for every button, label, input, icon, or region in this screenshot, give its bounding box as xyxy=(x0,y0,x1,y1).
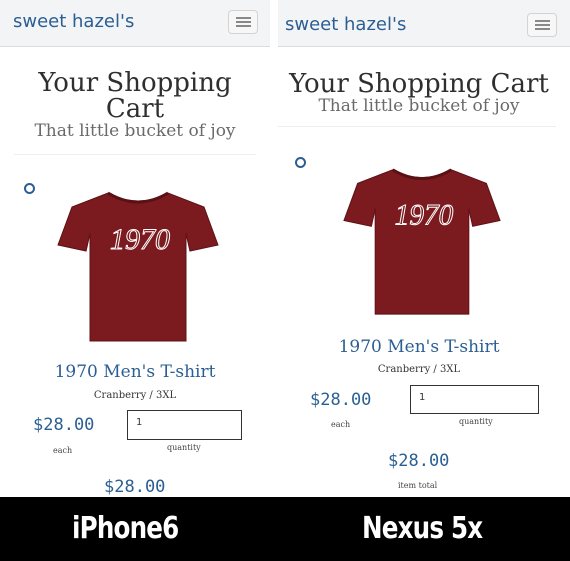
page-title: Your Shopping Cart xyxy=(38,68,232,124)
brand-link[interactable]: sweet hazel's xyxy=(13,11,134,32)
product-image[interactable]: 1970 xyxy=(56,183,220,347)
product-variant: Cranberry / 3XL xyxy=(377,364,461,375)
brand-link[interactable]: sweet hazel's xyxy=(285,14,406,35)
iphone6-screen: sweet hazel's Your Shopping Cart That li… xyxy=(0,0,271,497)
item-total: $28.00 xyxy=(388,451,450,471)
quantity-label: quantity xyxy=(167,443,201,452)
unit-price-label: each xyxy=(331,420,351,429)
unit-price-label: each xyxy=(53,446,73,455)
device-caption-bar: iPhone6 Nexus 5x xyxy=(0,497,570,561)
caption-iphone6: iPhone6 xyxy=(72,511,179,546)
divider xyxy=(14,154,256,155)
product-name-link[interactable]: 1970 Men's T-shirt xyxy=(0,362,270,382)
shirt-print-text: 1970 xyxy=(395,199,454,231)
unit-price: $28.00 xyxy=(33,415,95,435)
page-title: Your Shopping Cart xyxy=(289,69,549,99)
unit-price: $28.00 xyxy=(310,390,372,410)
quantity-label: quantity xyxy=(459,417,493,426)
item-total: $28.00 xyxy=(104,477,166,497)
menu-toggle-button[interactable] xyxy=(527,13,557,37)
page-subtitle: That little bucket of joy xyxy=(34,121,236,141)
divider xyxy=(278,126,556,127)
navbar: sweet hazel's xyxy=(278,0,570,47)
nexus5x-screen: sweet hazel's Your Shopping Cart That li… xyxy=(278,0,570,497)
caption-nexus5x: Nexus 5x xyxy=(362,511,483,546)
navbar: sweet hazel's xyxy=(0,0,270,47)
product-image[interactable]: 1970 xyxy=(342,160,502,320)
product-name-link[interactable]: 1970 Men's T-shirt xyxy=(278,337,560,357)
quantity-input[interactable]: 1 xyxy=(410,385,539,414)
product-variant: Cranberry / 3XL xyxy=(93,390,177,401)
shirt-print-text: 1970 xyxy=(110,223,170,256)
quantity-input[interactable]: 1 xyxy=(127,410,242,440)
hamburger-icon xyxy=(535,20,550,22)
page-subtitle: That little bucket of joy xyxy=(318,96,520,116)
remove-circle-icon[interactable] xyxy=(295,157,306,168)
remove-circle-icon[interactable] xyxy=(24,183,35,194)
menu-toggle-button[interactable] xyxy=(228,10,258,34)
panel-gap xyxy=(270,0,278,497)
item-total-label: item total xyxy=(398,481,438,490)
hamburger-icon xyxy=(236,17,251,19)
